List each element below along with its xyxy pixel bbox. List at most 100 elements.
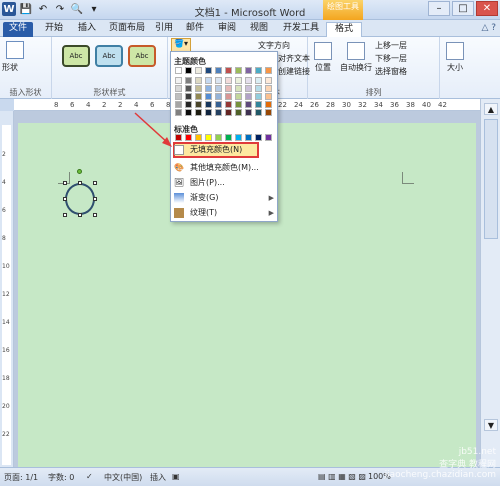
- theme-shade-swatch[interactable]: [215, 77, 222, 84]
- insert-mode-status[interactable]: 插入: [150, 472, 166, 483]
- shapes-button-label[interactable]: 形状: [2, 62, 18, 73]
- theme-shade-swatch[interactable]: [205, 109, 212, 116]
- align-text-button[interactable]: 对齐文本: [278, 53, 310, 64]
- theme-shade-swatch[interactable]: [265, 101, 272, 108]
- theme-shade-swatch[interactable]: [255, 93, 262, 100]
- view-buttons[interactable]: ▤ ▥ ▦ ▧ ▨: [318, 472, 366, 481]
- theme-shade-swatch[interactable]: [245, 85, 252, 92]
- position-button[interactable]: 位置: [314, 42, 332, 73]
- theme-shade-swatch[interactable]: [225, 101, 232, 108]
- standard-color-swatch[interactable]: [195, 134, 202, 141]
- theme-shade-swatch[interactable]: [185, 77, 192, 84]
- tab-file[interactable]: 文件: [3, 22, 33, 37]
- theme-shade-swatch[interactable]: [265, 77, 272, 84]
- theme-shade-swatch[interactable]: [245, 109, 252, 116]
- help-icon[interactable]: △ ?: [481, 23, 496, 33]
- theme-shade-swatch[interactable]: [225, 85, 232, 92]
- theme-shade-swatch[interactable]: [255, 77, 262, 84]
- theme-shade-swatch[interactable]: [225, 109, 232, 116]
- theme-shade-swatch[interactable]: [205, 77, 212, 84]
- theme-shade-swatch[interactable]: [255, 101, 262, 108]
- theme-shade-swatch[interactable]: [205, 93, 212, 100]
- resize-handle-t[interactable]: [78, 181, 82, 185]
- theme-shade-swatch[interactable]: [215, 93, 222, 100]
- theme-shade-swatch[interactable]: [195, 77, 202, 84]
- shape-style-preset-3[interactable]: Abc: [128, 45, 156, 67]
- tab-review[interactable]: 审阅: [215, 22, 239, 37]
- theme-shade-swatch[interactable]: [265, 85, 272, 92]
- theme-shade-swatch[interactable]: [245, 77, 252, 84]
- theme-color-swatch[interactable]: [205, 67, 212, 74]
- size-button[interactable]: 大小: [446, 42, 464, 73]
- theme-shade-swatch[interactable]: [215, 101, 222, 108]
- tab-references[interactable]: 引用: [152, 22, 176, 37]
- send-backward-button[interactable]: 下移一层: [375, 53, 407, 64]
- theme-shade-swatch[interactable]: [225, 93, 232, 100]
- shape-style-preset-2[interactable]: Abc: [95, 45, 123, 67]
- tab-insert[interactable]: 插入: [75, 22, 99, 37]
- theme-shade-swatch[interactable]: [205, 101, 212, 108]
- tab-home[interactable]: 开始: [42, 22, 66, 37]
- theme-shade-swatch[interactable]: [255, 85, 262, 92]
- theme-shade-swatch[interactable]: [175, 77, 182, 84]
- text-direction-button[interactable]: 文字方向: [258, 40, 290, 51]
- standard-color-swatch[interactable]: [175, 134, 182, 141]
- bring-forward-button[interactable]: 上移一层: [375, 40, 407, 51]
- theme-shade-swatch[interactable]: [225, 77, 232, 84]
- theme-shade-swatch[interactable]: [195, 93, 202, 100]
- theme-color-swatch[interactable]: [235, 67, 242, 74]
- resize-handle-r[interactable]: [93, 197, 97, 201]
- rotation-handle[interactable]: [77, 169, 82, 174]
- theme-shade-swatch[interactable]: [195, 85, 202, 92]
- standard-color-swatch[interactable]: [245, 134, 252, 141]
- vertical-scrollbar[interactable]: ▲ ▼: [480, 99, 500, 467]
- resize-handle-l[interactable]: [63, 197, 67, 201]
- standard-color-swatch[interactable]: [215, 134, 222, 141]
- macro-record-icon[interactable]: ▣: [172, 472, 180, 481]
- tab-view[interactable]: 视图: [247, 22, 271, 37]
- shape-style-preset-1[interactable]: Abc: [62, 45, 90, 67]
- theme-color-swatch[interactable]: [245, 67, 252, 74]
- theme-shade-swatch[interactable]: [205, 85, 212, 92]
- theme-shade-swatch[interactable]: [265, 93, 272, 100]
- theme-color-swatch[interactable]: [255, 67, 262, 74]
- vertical-ruler[interactable]: 2 4 6 8 10 12 14 16 18 20 22: [0, 111, 14, 467]
- theme-shade-swatch[interactable]: [265, 109, 272, 116]
- texture-menu-item[interactable]: 纹理(T) ▶: [174, 206, 274, 219]
- theme-color-swatch[interactable]: [225, 67, 232, 74]
- resize-handle-br[interactable]: [93, 213, 97, 217]
- more-fill-colors-menu-item[interactable]: 🎨 其他填充颜色(M)...: [174, 161, 274, 174]
- theme-color-swatch[interactable]: [215, 67, 222, 74]
- standard-color-swatch[interactable]: [205, 134, 212, 141]
- theme-shade-swatch[interactable]: [195, 101, 202, 108]
- standard-color-swatch[interactable]: [265, 134, 272, 141]
- selection-pane-button[interactable]: 选择窗格: [375, 66, 407, 77]
- theme-shade-swatch[interactable]: [235, 101, 242, 108]
- tab-format[interactable]: 格式: [326, 22, 362, 37]
- selected-circle-shape[interactable]: [65, 183, 95, 215]
- theme-shade-swatch[interactable]: [215, 85, 222, 92]
- theme-shade-swatch[interactable]: [195, 109, 202, 116]
- theme-shade-swatch[interactable]: [235, 93, 242, 100]
- theme-shade-swatch[interactable]: [175, 109, 182, 116]
- theme-shade-swatch[interactable]: [245, 101, 252, 108]
- tab-mailings[interactable]: 邮件: [183, 22, 207, 37]
- theme-color-swatch[interactable]: [185, 67, 192, 74]
- standard-color-swatch[interactable]: [255, 134, 262, 141]
- scroll-down-icon[interactable]: ▼: [484, 419, 498, 431]
- shapes-icon[interactable]: [6, 41, 24, 59]
- tab-page-layout[interactable]: 页面布局: [106, 22, 148, 37]
- theme-shade-swatch[interactable]: [175, 85, 182, 92]
- theme-shade-swatch[interactable]: [245, 93, 252, 100]
- word-count[interactable]: 字数: 0: [48, 472, 74, 483]
- standard-color-swatch[interactable]: [225, 134, 232, 141]
- theme-shade-swatch[interactable]: [185, 101, 192, 108]
- proofing-icon[interactable]: ✓: [86, 472, 93, 481]
- theme-shade-swatch[interactable]: [235, 85, 242, 92]
- resize-handle-tr[interactable]: [93, 181, 97, 185]
- theme-shade-swatch[interactable]: [185, 109, 192, 116]
- theme-shade-swatch[interactable]: [175, 93, 182, 100]
- minimize-button[interactable]: –: [428, 1, 450, 16]
- theme-shade-swatch[interactable]: [235, 77, 242, 84]
- theme-shade-swatch[interactable]: [185, 85, 192, 92]
